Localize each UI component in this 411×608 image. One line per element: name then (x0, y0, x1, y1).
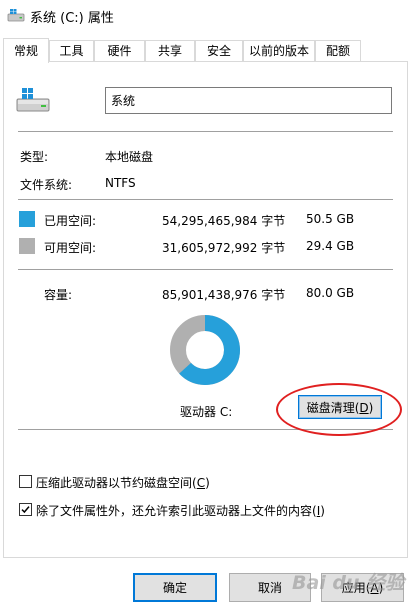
drive-icon (7, 9, 25, 22)
type-label: 类型: (20, 150, 49, 164)
checkmark-icon (21, 506, 30, 514)
index-checkbox-suffix: ) (320, 504, 325, 518)
divider (18, 269, 393, 270)
used-space-bytes: 54,295,465,984 字节 (162, 214, 286, 228)
compress-checkbox-label[interactable]: 压缩此驱动器以节约磁盘空间(C) (36, 474, 210, 491)
title-bar: 系统 (C:) 属性 (0, 0, 411, 32)
used-space-size: 50.5 GB (306, 212, 355, 226)
free-space-swatch (19, 238, 35, 254)
divider (18, 131, 393, 132)
tab-general[interactable]: 常规 (3, 38, 49, 63)
tab-previous-versions[interactable]: 以前的版本 (243, 40, 315, 61)
ok-button[interactable]: 确定 (133, 573, 217, 602)
used-space-swatch (19, 211, 35, 227)
tab-security[interactable]: 安全 (195, 40, 243, 61)
disk-usage-donut (170, 315, 240, 385)
compress-checkbox-suffix: ) (205, 476, 210, 490)
capacity-size: 80.0 GB (306, 286, 355, 300)
index-checkbox-label[interactable]: 除了文件属性外，还允许索引此驱动器上文件的内容(I) (36, 502, 325, 519)
divider (18, 199, 393, 200)
disk-cleanup-button-suffix: ) (368, 400, 374, 415)
compress-access-key: C (196, 476, 206, 490)
free-space-size: 29.4 GB (306, 239, 355, 253)
windows-drive-icon (16, 88, 50, 112)
divider (18, 429, 393, 430)
disk-cleanup-button[interactable]: 磁盘清理(D) (298, 395, 382, 419)
tab-hardware[interactable]: 硬件 (94, 40, 145, 61)
baidu-watermark: Bai du 经验 (292, 572, 405, 594)
free-space-label: 可用空间: (44, 241, 97, 255)
type-value: 本地磁盘 (105, 150, 154, 164)
filesystem-label: 文件系统: (20, 178, 73, 192)
tab-quota[interactable]: 配额 (315, 40, 361, 61)
disk-cleanup-button-text: 磁盘清理( (306, 400, 360, 415)
capacity-bytes: 85,901,438,976 字节 (162, 288, 286, 302)
tab-sharing[interactable]: 共享 (145, 40, 195, 61)
used-space-label: 已用空间: (44, 214, 97, 228)
capacity-label: 容量: (44, 288, 73, 302)
window-title: 系统 (C:) 属性 (30, 11, 114, 26)
filesystem-value: NTFS (105, 176, 136, 190)
disk-cleanup-access-key: D (359, 400, 369, 415)
tab-tools[interactable]: 工具 (49, 40, 94, 61)
index-checkbox[interactable] (19, 503, 32, 516)
free-space-bytes: 31,605,972,992 字节 (162, 241, 286, 255)
drive-name-input[interactable] (105, 87, 392, 114)
compress-checkbox-text: 压缩此驱动器以节约磁盘空间( (36, 476, 197, 490)
index-checkbox-text: 除了文件属性外，还允许索引此驱动器上文件的内容( (36, 504, 317, 518)
drive-label: 驱动器 C: (180, 405, 233, 419)
compress-checkbox[interactable] (19, 475, 32, 488)
